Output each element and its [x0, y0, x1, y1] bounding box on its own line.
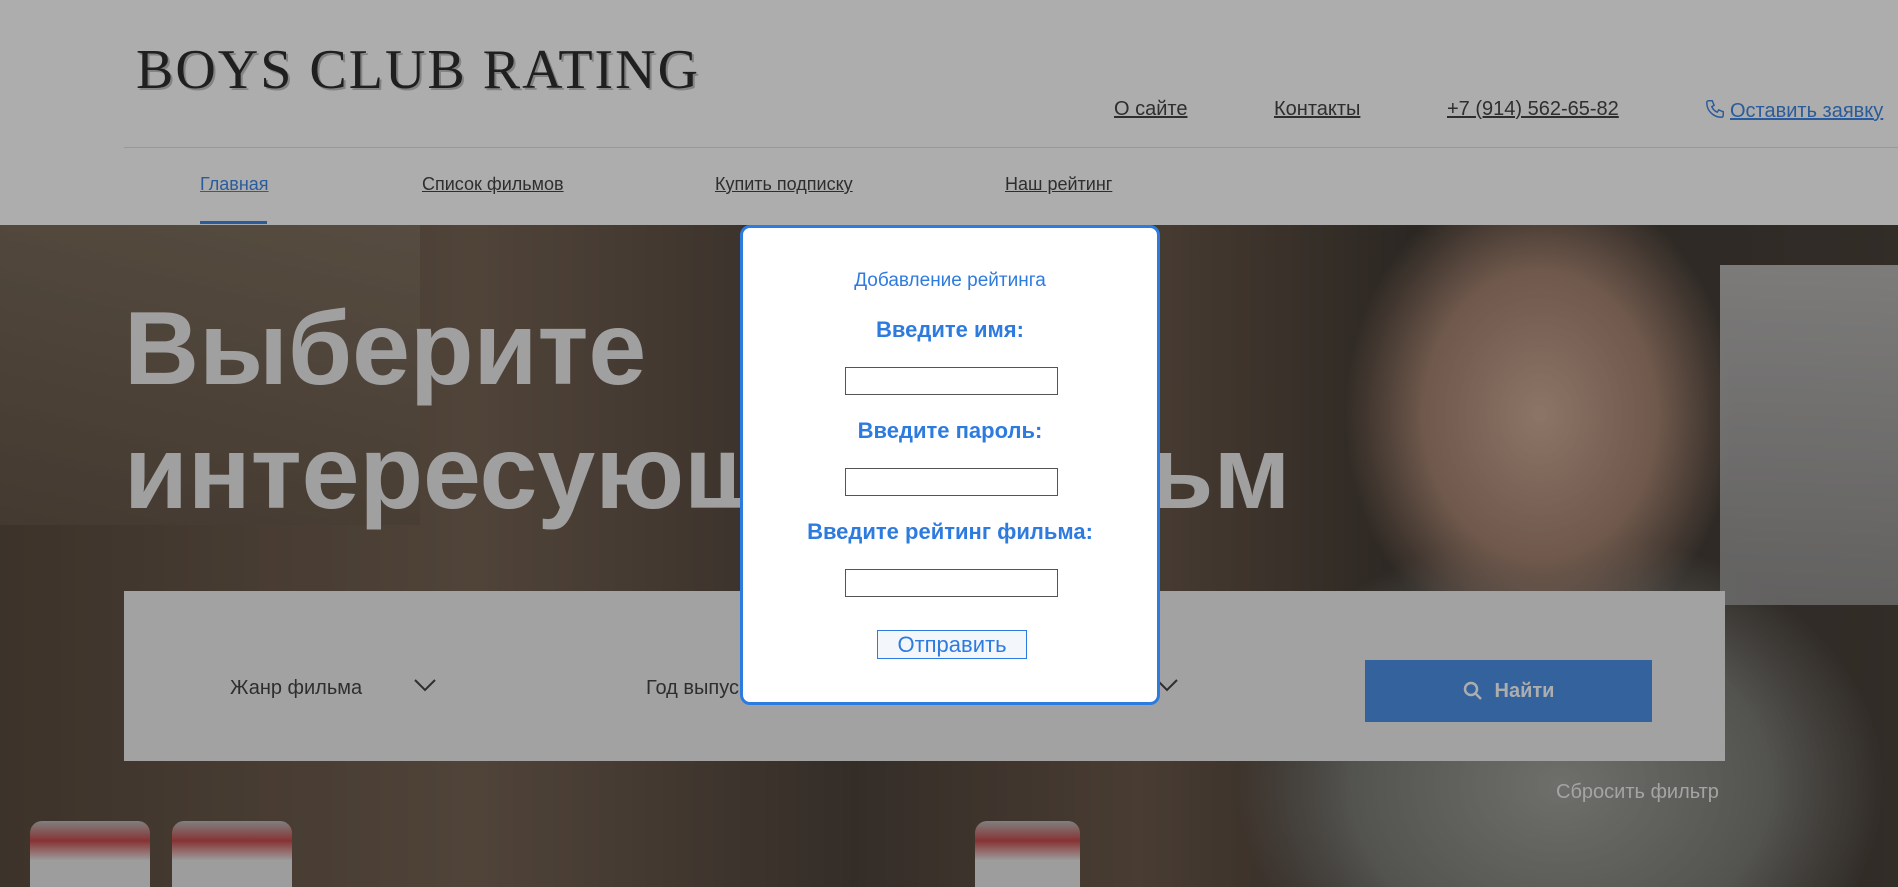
add-rating-modal: Добавление рейтинга Введите имя: Введите…: [740, 225, 1160, 705]
password-label: Введите пароль:: [857, 418, 1043, 443]
name-label: Введите имя:: [876, 317, 1024, 342]
submit-button[interactable]: Отправить: [877, 630, 1027, 659]
password-input[interactable]: [845, 468, 1058, 496]
name-input[interactable]: [845, 367, 1058, 395]
rating-label: Введите рейтинг фильма:: [807, 519, 1093, 544]
modal-title: Добавление рейтинга: [854, 270, 1046, 291]
rating-input[interactable]: [845, 569, 1058, 597]
